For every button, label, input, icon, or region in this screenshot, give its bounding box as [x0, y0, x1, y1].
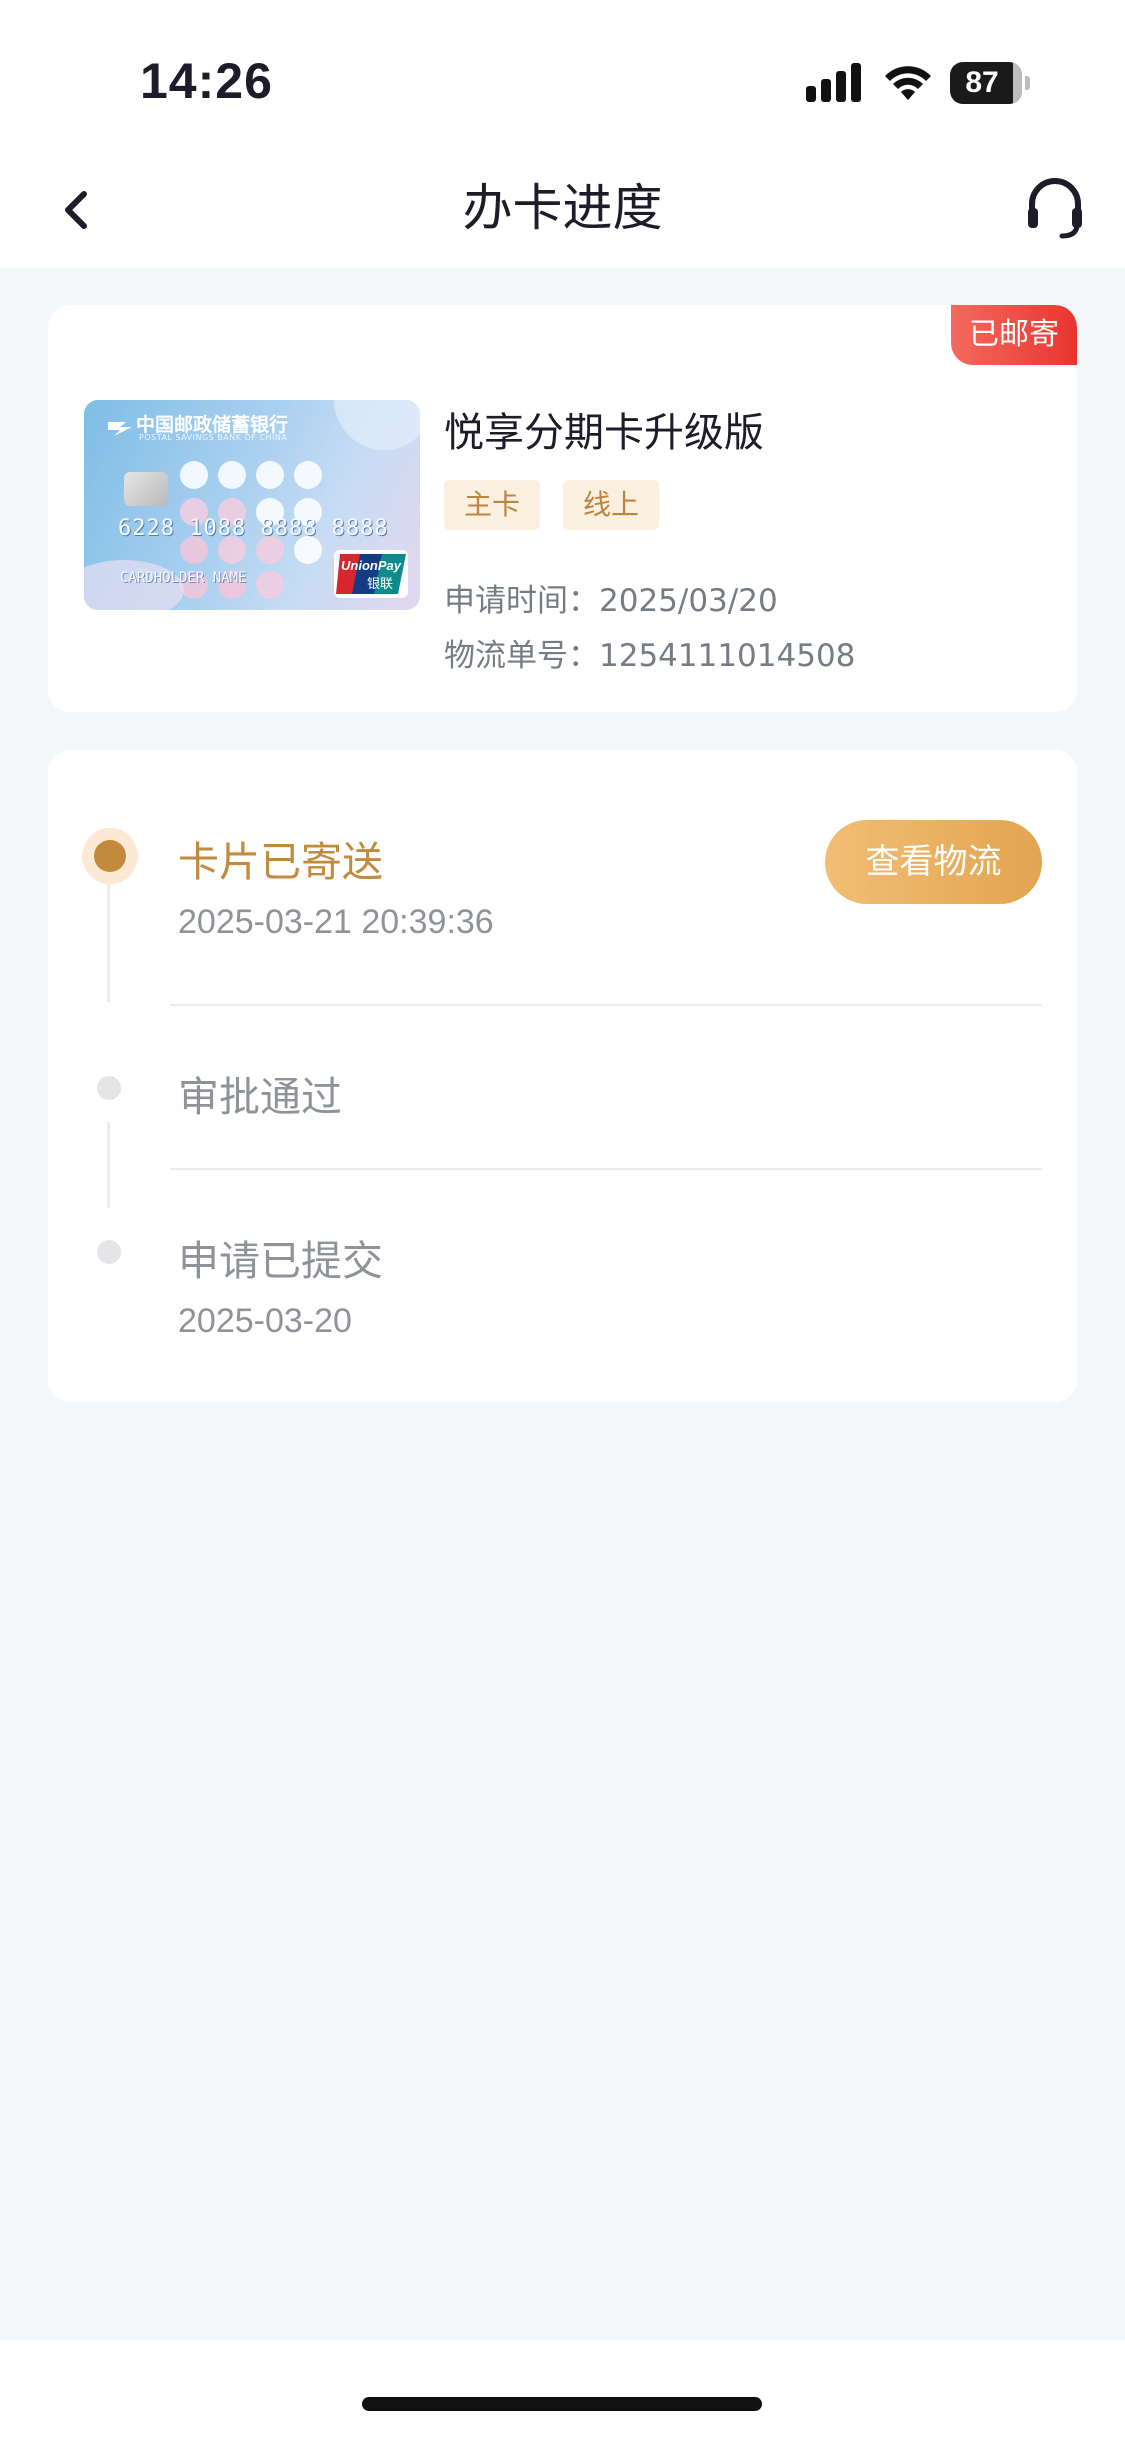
unionpay-text-cn: 银联	[367, 577, 393, 592]
step-title-approved: 审批通过	[178, 1073, 342, 1121]
timeline-dot	[97, 1240, 121, 1264]
headset-icon[interactable]	[1020, 168, 1090, 248]
divider	[170, 1168, 1042, 1170]
status-bar: 14:26 87	[0, 0, 1125, 150]
tag-online: 线上	[563, 480, 660, 530]
tracking-number: 物流单号：1254111014508	[444, 630, 855, 675]
application-card[interactable]: 已邮寄 中国邮政储蓄银行 POSTAL SAVINGS BANK OF CHIN…	[48, 305, 1077, 712]
view-logistics-button[interactable]: 查看物流	[825, 820, 1042, 904]
nav-bar: 办卡进度	[0, 150, 1125, 268]
cellular-signal-icon	[806, 63, 861, 102]
bottom-safe-area	[0, 2340, 1125, 2439]
tracking-value: 1254111014508	[599, 638, 856, 674]
tag-main-card: 主卡	[444, 480, 541, 530]
battery-icon: 87	[950, 62, 1030, 104]
card-chip	[124, 472, 168, 506]
unionpay-text-en: UnionPay	[341, 558, 402, 573]
timeline-dot-active-core	[94, 840, 126, 872]
apply-time-label: 申请时间：	[444, 583, 599, 619]
status-badge: 已邮寄	[951, 305, 1077, 365]
card-number: 6228 1088 8888 8888	[118, 516, 389, 541]
timeline-connector	[107, 884, 110, 1002]
step-title-shipped: 卡片已寄送	[178, 838, 383, 886]
apply-time-value: 2025/03/20	[599, 583, 778, 619]
timeline-dot	[97, 1076, 121, 1100]
page-title: 办卡进度	[462, 179, 663, 237]
apply-time: 申请时间：2025/03/20	[444, 575, 778, 620]
battery-level: 87	[965, 66, 999, 99]
step-date-submitted: 2025-03-20	[178, 1302, 352, 1340]
home-indicator[interactable]	[362, 2397, 762, 2411]
status-time: 14:26	[140, 53, 273, 109]
unionpay-logo-icon: UnionPay 银联	[334, 550, 408, 598]
step-title-submitted: 申请已提交	[178, 1237, 383, 1285]
timeline-connector	[107, 1122, 110, 1208]
divider	[170, 1004, 1042, 1006]
progress-card: 卡片已寄送 2025-03-21 20:39:36 查看物流 审批通过 申请已提…	[48, 750, 1077, 1402]
card-holder: CARDHOLDER NAME	[120, 570, 247, 586]
bank-card-image: 中国邮政储蓄银行 POSTAL SAVINGS BANK OF CHINA 62…	[84, 400, 420, 610]
wifi-icon	[885, 66, 931, 100]
card-product-name: 悦享分期卡升级版	[444, 410, 764, 456]
tracking-label: 物流单号：	[444, 638, 599, 674]
step-date-shipped: 2025-03-21 20:39:36	[178, 903, 494, 941]
